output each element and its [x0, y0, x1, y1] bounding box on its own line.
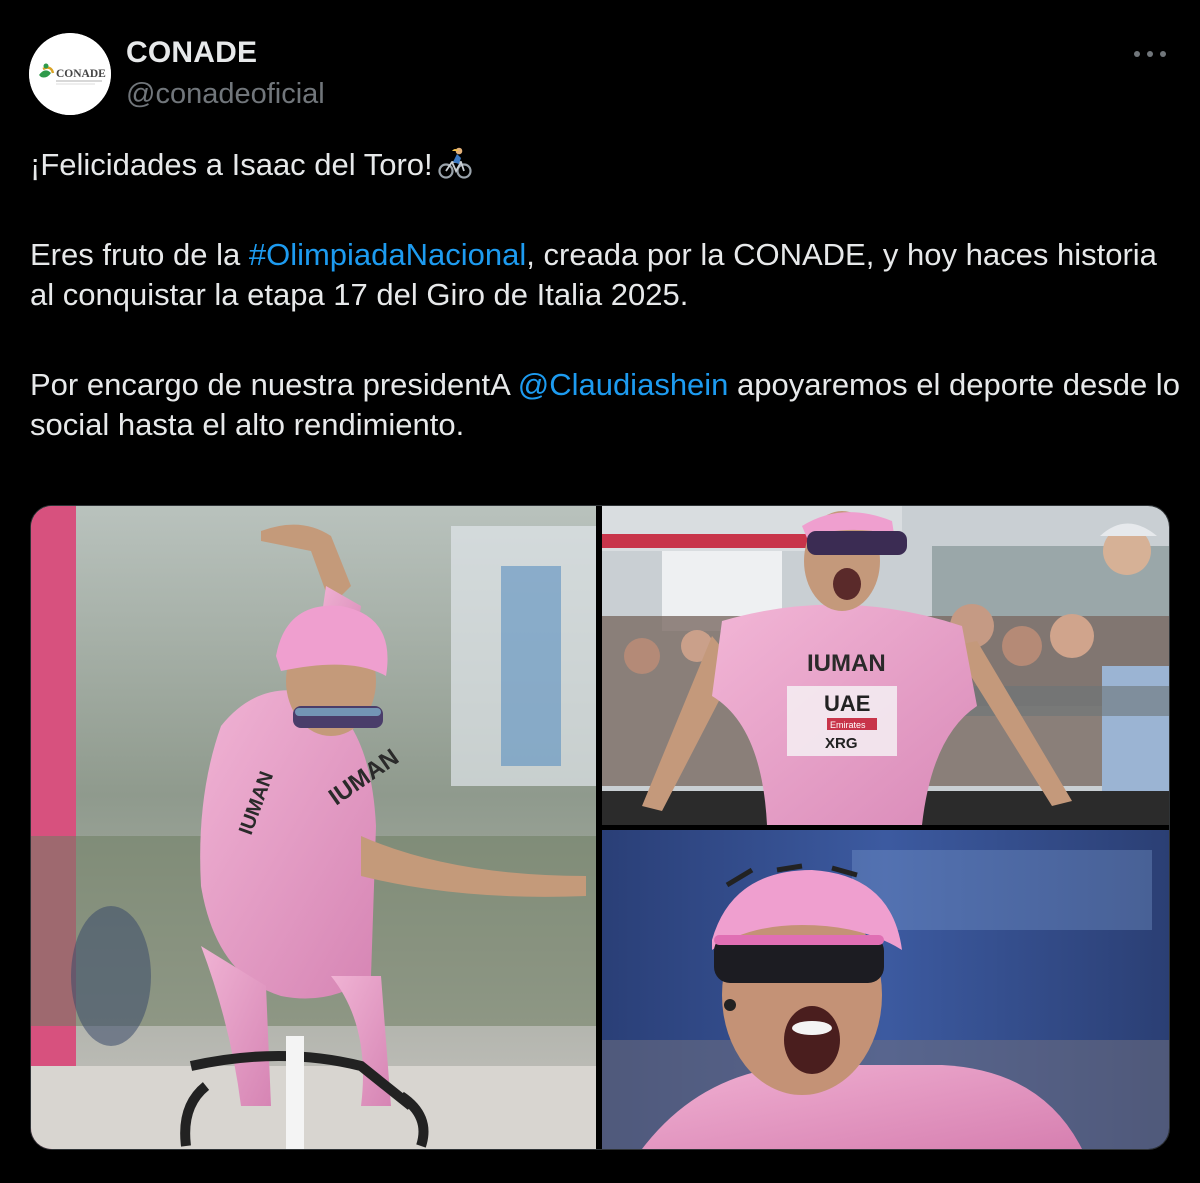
cyclist-closeup-image: [602, 830, 1169, 1149]
photo-cyclist-shouting-crowd[interactable]: IUMAN UAE Emirates XRG: [602, 506, 1169, 825]
display-name[interactable]: CONADE: [126, 36, 257, 70]
photo-cyclist-celebration[interactable]: IUMAN IUMAN: [31, 506, 596, 1149]
photo-cyclist-closeup[interactable]: [602, 830, 1169, 1149]
svg-text:CONADE: CONADE: [56, 68, 106, 80]
svg-text:Emirates: Emirates: [830, 720, 866, 730]
svg-text:IUMAN: IUMAN: [807, 650, 886, 677]
tweet-paragraph-3: Por encargo de nuestra presidentA @Claud…: [30, 367, 1180, 442]
tweet-paragraph-2: Eres fruto de la #OlimpiadaNacional, cre…: [30, 237, 1157, 312]
media-grid: IUMAN IUMAN IUMAN UAE Emirates XRG: [30, 505, 1170, 1150]
tweet-paragraph-1: ¡Felicidades a Isaac del Toro!: [30, 145, 1180, 185]
tweet-card: CONADE CONADE @conadeoficial ¡Felicidade…: [0, 0, 1200, 1183]
more-horizontal-icon: [1134, 51, 1166, 57]
cyclist-celebration-image: IUMAN IUMAN: [31, 506, 596, 1149]
more-options-button[interactable]: [1130, 40, 1170, 68]
avatar[interactable]: CONADE: [29, 33, 111, 115]
svg-text:UAE: UAE: [824, 691, 870, 716]
svg-text:XRG: XRG: [825, 735, 858, 752]
tweet-text: ¡Felicidades a Isaac del Toro! Eres frut…: [30, 145, 1180, 445]
cyclist-shouting-crowd-image: IUMAN UAE Emirates XRG: [602, 506, 1169, 825]
mention-link[interactable]: @Claudiashein: [518, 367, 729, 402]
hashtag-link[interactable]: #OlimpiadaNacional: [249, 237, 526, 272]
handle[interactable]: @conadeoficial: [126, 78, 325, 111]
tweet-line-1: ¡Felicidades a Isaac del Toro!: [30, 147, 433, 182]
conade-logo-icon: CONADE: [29, 33, 111, 115]
bicyclist-icon: [437, 145, 473, 181]
